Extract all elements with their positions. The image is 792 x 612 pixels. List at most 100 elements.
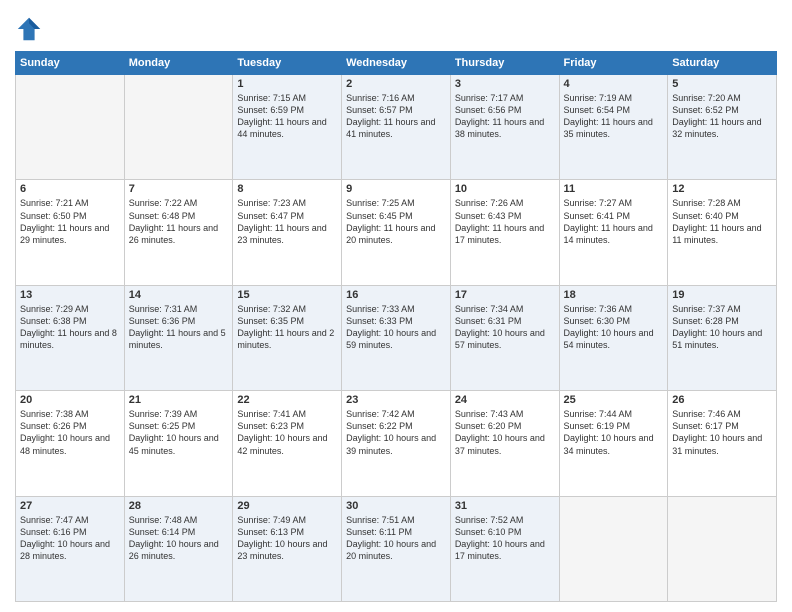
day-info: Sunrise: 7:34 AM Sunset: 6:31 PM Dayligh… bbox=[455, 303, 555, 352]
calendar-cell: 13 Sunrise: 7:29 AM Sunset: 6:38 PM Dayli… bbox=[16, 285, 125, 390]
calendar-week-1: 1 Sunrise: 7:15 AM Sunset: 6:59 PM Daylig… bbox=[16, 75, 777, 180]
calendar-cell: 2 Sunrise: 7:16 AM Sunset: 6:57 PM Daylig… bbox=[342, 75, 451, 180]
calendar-cell: 19Sunrise: 7:37 AM Sunset: 6:28 PM Dayli… bbox=[668, 285, 777, 390]
day-info: Sunrise: 7:47 AM Sunset: 6:16 PM Dayligh… bbox=[20, 514, 120, 563]
day-number: 17 bbox=[455, 289, 555, 301]
day-number: 23 bbox=[346, 394, 446, 406]
calendar-week-3: 13 Sunrise: 7:29 AM Sunset: 6:38 PM Dayli… bbox=[16, 285, 777, 390]
calendar-cell: 30 Sunrise: 7:51 AM Sunset: 6:11 PM Dayli… bbox=[342, 496, 451, 601]
day-info: Sunrise: 7:32 AM Sunset: 6:35 PM Dayligh… bbox=[237, 303, 337, 352]
day-info: Sunrise: 7:20 AM Sunset: 6:52 PM Dayligh… bbox=[672, 92, 772, 141]
day-number: 6 bbox=[20, 183, 120, 195]
day-number: 25 bbox=[564, 394, 664, 406]
day-number: 22 bbox=[237, 394, 337, 406]
weekday-header-tuesday: Tuesday bbox=[233, 52, 342, 75]
calendar-week-2: 6 Sunrise: 7:21 AM Sunset: 6:50 PM Daylig… bbox=[16, 180, 777, 285]
calendar-cell bbox=[559, 496, 668, 601]
day-info: Sunrise: 7:16 AM Sunset: 6:57 PM Dayligh… bbox=[346, 92, 446, 141]
day-info: Sunrise: 7:27 AM Sunset: 6:41 PM Dayligh… bbox=[564, 197, 664, 246]
day-number: 1 bbox=[237, 78, 337, 90]
day-number: 14 bbox=[129, 289, 229, 301]
weekday-header-row: SundayMondayTuesdayWednesdayThursdayFrid… bbox=[16, 52, 777, 75]
day-number: 5 bbox=[672, 78, 772, 90]
day-number: 2 bbox=[346, 78, 446, 90]
day-info: Sunrise: 7:38 AM Sunset: 6:26 PM Dayligh… bbox=[20, 408, 120, 457]
day-number: 20 bbox=[20, 394, 120, 406]
day-info: Sunrise: 7:41 AM Sunset: 6:23 PM Dayligh… bbox=[237, 408, 337, 457]
day-info: Sunrise: 7:43 AM Sunset: 6:20 PM Dayligh… bbox=[455, 408, 555, 457]
calendar-cell: 26Sunrise: 7:46 AM Sunset: 6:17 PM Dayli… bbox=[668, 391, 777, 496]
day-number: 10 bbox=[455, 183, 555, 195]
calendar-cell: 23 Sunrise: 7:42 AM Sunset: 6:22 PM Dayli… bbox=[342, 391, 451, 496]
calendar-cell: 9 Sunrise: 7:25 AM Sunset: 6:45 PM Daylig… bbox=[342, 180, 451, 285]
day-number: 3 bbox=[455, 78, 555, 90]
calendar-cell: 15 Sunrise: 7:32 AM Sunset: 6:35 PM Dayli… bbox=[233, 285, 342, 390]
logo-icon bbox=[15, 15, 43, 43]
day-number: 24 bbox=[455, 394, 555, 406]
day-info: Sunrise: 7:44 AM Sunset: 6:19 PM Dayligh… bbox=[564, 408, 664, 457]
weekday-header-friday: Friday bbox=[559, 52, 668, 75]
calendar-cell: 20 Sunrise: 7:38 AM Sunset: 6:26 PM Dayli… bbox=[16, 391, 125, 496]
day-number: 27 bbox=[20, 500, 120, 512]
calendar-body: 1 Sunrise: 7:15 AM Sunset: 6:59 PM Daylig… bbox=[16, 75, 777, 602]
calendar-cell bbox=[124, 75, 233, 180]
day-number: 29 bbox=[237, 500, 337, 512]
day-info: Sunrise: 7:28 AM Sunset: 6:40 PM Dayligh… bbox=[672, 197, 772, 246]
calendar-header: SundayMondayTuesdayWednesdayThursdayFrid… bbox=[16, 52, 777, 75]
day-number: 18 bbox=[564, 289, 664, 301]
day-info: Sunrise: 7:15 AM Sunset: 6:59 PM Dayligh… bbox=[237, 92, 337, 141]
calendar-cell bbox=[16, 75, 125, 180]
day-info: Sunrise: 7:42 AM Sunset: 6:22 PM Dayligh… bbox=[346, 408, 446, 457]
day-info: Sunrise: 7:29 AM Sunset: 6:38 PM Dayligh… bbox=[20, 303, 120, 352]
calendar-cell: 29 Sunrise: 7:49 AM Sunset: 6:13 PM Dayli… bbox=[233, 496, 342, 601]
calendar-cell: 21Sunrise: 7:39 AM Sunset: 6:25 PM Dayli… bbox=[124, 391, 233, 496]
day-number: 30 bbox=[346, 500, 446, 512]
calendar-cell: 12 Sunrise: 7:28 AM Sunset: 6:40 PM Dayli… bbox=[668, 180, 777, 285]
header bbox=[15, 15, 777, 43]
day-number: 16 bbox=[346, 289, 446, 301]
calendar-cell: 8Sunrise: 7:23 AM Sunset: 6:47 PM Daylig… bbox=[233, 180, 342, 285]
day-number: 12 bbox=[672, 183, 772, 195]
day-number: 13 bbox=[20, 289, 120, 301]
calendar-cell: 3 Sunrise: 7:17 AM Sunset: 6:56 PM Daylig… bbox=[450, 75, 559, 180]
weekday-header-wednesday: Wednesday bbox=[342, 52, 451, 75]
day-info: Sunrise: 7:23 AM Sunset: 6:47 PM Dayligh… bbox=[237, 197, 337, 246]
calendar-cell: 25 Sunrise: 7:44 AM Sunset: 6:19 PM Dayli… bbox=[559, 391, 668, 496]
logo bbox=[15, 15, 47, 43]
day-info: Sunrise: 7:25 AM Sunset: 6:45 PM Dayligh… bbox=[346, 197, 446, 246]
calendar-week-5: 27 Sunrise: 7:47 AM Sunset: 6:16 PM Dayli… bbox=[16, 496, 777, 601]
calendar-cell: 27 Sunrise: 7:47 AM Sunset: 6:16 PM Dayli… bbox=[16, 496, 125, 601]
day-number: 19 bbox=[672, 289, 772, 301]
calendar-cell: 11 Sunrise: 7:27 AM Sunset: 6:41 PM Dayli… bbox=[559, 180, 668, 285]
day-info: Sunrise: 7:49 AM Sunset: 6:13 PM Dayligh… bbox=[237, 514, 337, 563]
day-number: 15 bbox=[237, 289, 337, 301]
calendar-cell: 6 Sunrise: 7:21 AM Sunset: 6:50 PM Daylig… bbox=[16, 180, 125, 285]
day-info: Sunrise: 7:33 AM Sunset: 6:33 PM Dayligh… bbox=[346, 303, 446, 352]
weekday-header-saturday: Saturday bbox=[668, 52, 777, 75]
day-info: Sunrise: 7:22 AM Sunset: 6:48 PM Dayligh… bbox=[129, 197, 229, 246]
day-number: 11 bbox=[564, 183, 664, 195]
calendar-table: SundayMondayTuesdayWednesdayThursdayFrid… bbox=[15, 51, 777, 602]
calendar-cell: 31Sunrise: 7:52 AM Sunset: 6:10 PM Dayli… bbox=[450, 496, 559, 601]
day-info: Sunrise: 7:21 AM Sunset: 6:50 PM Dayligh… bbox=[20, 197, 120, 246]
weekday-header-monday: Monday bbox=[124, 52, 233, 75]
calendar-cell: 1 Sunrise: 7:15 AM Sunset: 6:59 PM Daylig… bbox=[233, 75, 342, 180]
day-info: Sunrise: 7:48 AM Sunset: 6:14 PM Dayligh… bbox=[129, 514, 229, 563]
day-info: Sunrise: 7:17 AM Sunset: 6:56 PM Dayligh… bbox=[455, 92, 555, 141]
calendar-week-4: 20 Sunrise: 7:38 AM Sunset: 6:26 PM Dayli… bbox=[16, 391, 777, 496]
day-info: Sunrise: 7:36 AM Sunset: 6:30 PM Dayligh… bbox=[564, 303, 664, 352]
calendar-cell: 28Sunrise: 7:48 AM Sunset: 6:14 PM Dayli… bbox=[124, 496, 233, 601]
calendar-cell: 18 Sunrise: 7:36 AM Sunset: 6:30 PM Dayli… bbox=[559, 285, 668, 390]
day-info: Sunrise: 7:51 AM Sunset: 6:11 PM Dayligh… bbox=[346, 514, 446, 563]
calendar-cell: 7Sunrise: 7:22 AM Sunset: 6:48 PM Daylig… bbox=[124, 180, 233, 285]
calendar-cell: 16 Sunrise: 7:33 AM Sunset: 6:33 PM Dayli… bbox=[342, 285, 451, 390]
day-number: 9 bbox=[346, 183, 446, 195]
calendar-cell: 4 Sunrise: 7:19 AM Sunset: 6:54 PM Daylig… bbox=[559, 75, 668, 180]
calendar-cell: 14Sunrise: 7:31 AM Sunset: 6:36 PM Dayli… bbox=[124, 285, 233, 390]
calendar-cell: 5 Sunrise: 7:20 AM Sunset: 6:52 PM Daylig… bbox=[668, 75, 777, 180]
day-number: 26 bbox=[672, 394, 772, 406]
day-info: Sunrise: 7:19 AM Sunset: 6:54 PM Dayligh… bbox=[564, 92, 664, 141]
day-number: 4 bbox=[564, 78, 664, 90]
calendar-cell: 10Sunrise: 7:26 AM Sunset: 6:43 PM Dayli… bbox=[450, 180, 559, 285]
page: SundayMondayTuesdayWednesdayThursdayFrid… bbox=[0, 0, 792, 612]
